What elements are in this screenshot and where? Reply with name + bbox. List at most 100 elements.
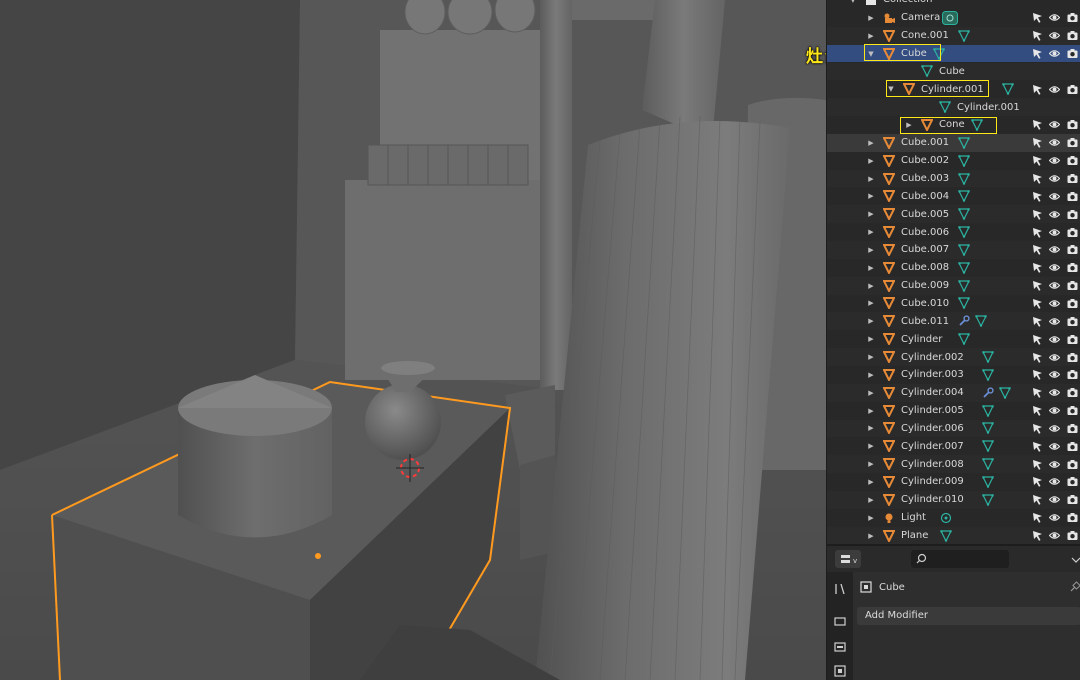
render-camera-icon[interactable] <box>1067 262 1078 273</box>
outliner-row[interactable]: ▶ Cube.008 <box>827 259 1080 277</box>
render-camera-icon[interactable] <box>1067 369 1078 380</box>
selectable-toggle-icon[interactable] <box>1032 476 1043 488</box>
mesh-data-icon[interactable] <box>982 494 995 507</box>
wrench-icon[interactable] <box>958 315 970 327</box>
chevron-right-icon[interactable]: ▶ <box>867 263 875 273</box>
chevron-right-icon[interactable]: ▶ <box>867 227 875 237</box>
render-camera-icon[interactable] <box>1067 173 1078 184</box>
mesh-data-icon[interactable] <box>939 529 952 542</box>
outliner-row[interactable]: ▶ Cylinder.006 <box>827 419 1080 438</box>
outliner-row[interactable]: ▶ Cube.001 <box>827 133 1080 152</box>
selectable-toggle-icon[interactable] <box>1032 387 1043 399</box>
mesh-data-icon[interactable] <box>957 226 970 239</box>
mesh-data-icon[interactable] <box>957 297 970 310</box>
mesh-data-icon[interactable] <box>982 422 995 435</box>
mesh-data-icon[interactable] <box>957 262 970 275</box>
eye-icon[interactable] <box>1048 476 1061 487</box>
chevron-right-icon[interactable]: ▶ <box>867 352 875 362</box>
outliner-row[interactable]: ▶ Cube.005 <box>827 205 1080 224</box>
render-camera-icon[interactable] <box>1067 423 1078 434</box>
eye-icon[interactable] <box>1048 298 1061 309</box>
search-input[interactable] <box>911 550 1009 568</box>
chevron-right-icon[interactable]: ▶ <box>867 191 875 201</box>
outliner-row[interactable]: ▶ Cylinder.005 <box>827 402 1080 420</box>
eye-icon[interactable] <box>1048 316 1061 327</box>
wrench-icon[interactable] <box>982 387 994 399</box>
selectable-toggle-icon[interactable] <box>1032 119 1043 131</box>
eye-icon[interactable] <box>1048 334 1061 345</box>
chevron-right-icon[interactable]: ▶ <box>867 477 875 487</box>
mesh-data-icon[interactable] <box>957 279 970 292</box>
outliner-row[interactable]: Cylinder.001 <box>827 98 1080 117</box>
render-camera-icon[interactable] <box>1067 227 1078 238</box>
chevron-down-icon[interactable]: ▼ <box>849 0 857 5</box>
outliner-row[interactable]: ▶ Cylinder.003 <box>827 366 1080 384</box>
eye-icon[interactable] <box>1048 441 1061 452</box>
outliner-row[interactable]: ▶ Cylinder.004 <box>827 383 1080 402</box>
editor-type-button[interactable]: v <box>835 550 861 568</box>
chevron-right-icon[interactable]: ▶ <box>867 513 875 523</box>
selectable-toggle-icon[interactable] <box>1032 369 1043 381</box>
eye-icon[interactable] <box>1048 84 1061 95</box>
chevron-right-icon[interactable]: ▶ <box>867 138 875 148</box>
eye-icon[interactable] <box>1048 155 1061 166</box>
mesh-data-icon[interactable] <box>957 30 970 43</box>
outliner-row[interactable]: Cube <box>827 62 1080 81</box>
outliner-row[interactable]: ▶ Cube.004 <box>827 188 1080 206</box>
selectable-toggle-icon[interactable] <box>1032 191 1043 202</box>
render-camera-icon[interactable] <box>1067 155 1078 166</box>
mesh-data-icon[interactable] <box>982 458 995 471</box>
eye-icon[interactable] <box>1048 227 1061 238</box>
render-camera-icon[interactable] <box>1067 244 1078 255</box>
eye-icon[interactable] <box>1048 405 1061 416</box>
eye-icon[interactable] <box>1048 423 1061 434</box>
eye-icon[interactable] <box>1048 209 1061 220</box>
render-camera-icon[interactable] <box>1067 191 1078 202</box>
render-camera-icon[interactable] <box>1067 12 1078 23</box>
selectable-toggle-icon[interactable] <box>1032 280 1043 291</box>
chevron-right-icon[interactable]: ▶ <box>867 13 875 23</box>
eye-icon[interactable] <box>1048 512 1061 523</box>
eye-icon[interactable] <box>1048 191 1061 202</box>
mesh-data-icon[interactable] <box>957 190 970 203</box>
chevron-right-icon[interactable]: ▶ <box>867 423 875 433</box>
chevron-right-icon[interactable]: ▶ <box>867 31 875 41</box>
eye-icon[interactable] <box>1048 12 1061 23</box>
outliner-row[interactable]: ▶ Cylinder.010 <box>827 490 1080 509</box>
render-camera-icon[interactable] <box>1067 387 1078 398</box>
mesh-data-icon[interactable] <box>999 387 1012 400</box>
chevron-right-icon[interactable]: ▶ <box>867 406 875 416</box>
outliner-row[interactable]: ▶ Cylinder <box>827 330 1080 348</box>
render-camera-icon[interactable] <box>1067 30 1078 41</box>
eye-icon[interactable] <box>1048 459 1061 470</box>
eye-icon[interactable] <box>1048 280 1061 291</box>
chevron-right-icon[interactable]: ▶ <box>867 245 875 255</box>
chevron-right-icon[interactable]: ▶ <box>867 281 875 291</box>
eye-icon[interactable] <box>1048 30 1061 41</box>
chevron-right-icon[interactable]: ▶ <box>867 441 875 451</box>
eye-icon[interactable] <box>1048 262 1061 273</box>
selectable-toggle-icon[interactable] <box>1032 209 1043 220</box>
eye-icon[interactable] <box>1048 244 1061 255</box>
render-camera-icon[interactable] <box>1067 137 1078 148</box>
mesh-data-icon[interactable] <box>957 137 970 150</box>
render-camera-icon[interactable] <box>1067 48 1078 59</box>
outliner-row[interactable]: ▶ Cylinder.009 <box>827 473 1080 491</box>
selectable-toggle-icon[interactable] <box>1032 494 1043 506</box>
chevron-right-icon[interactable]: ▶ <box>867 495 875 505</box>
selectable-toggle-icon[interactable] <box>1032 227 1043 238</box>
chevron-right-icon[interactable]: ▶ <box>867 174 875 184</box>
selectable-toggle-icon[interactable] <box>1032 316 1043 327</box>
render-camera-icon[interactable] <box>1067 209 1078 220</box>
eye-icon[interactable] <box>1048 530 1061 541</box>
mesh-data-icon[interactable] <box>957 208 970 221</box>
render-camera-icon[interactable] <box>1067 441 1078 452</box>
eye-icon[interactable] <box>1048 352 1061 363</box>
selectable-toggle-icon[interactable] <box>1032 244 1043 256</box>
outliner-row[interactable]: ▶ Cylinder.007 <box>827 437 1080 455</box>
eye-icon[interactable] <box>1048 137 1061 148</box>
light-data-icon[interactable] <box>940 512 952 524</box>
selectable-toggle-icon[interactable] <box>1032 155 1043 166</box>
outliner-row[interactable]: ▶ Cube.007 <box>827 241 1080 259</box>
selectable-toggle-icon[interactable] <box>1032 262 1043 274</box>
